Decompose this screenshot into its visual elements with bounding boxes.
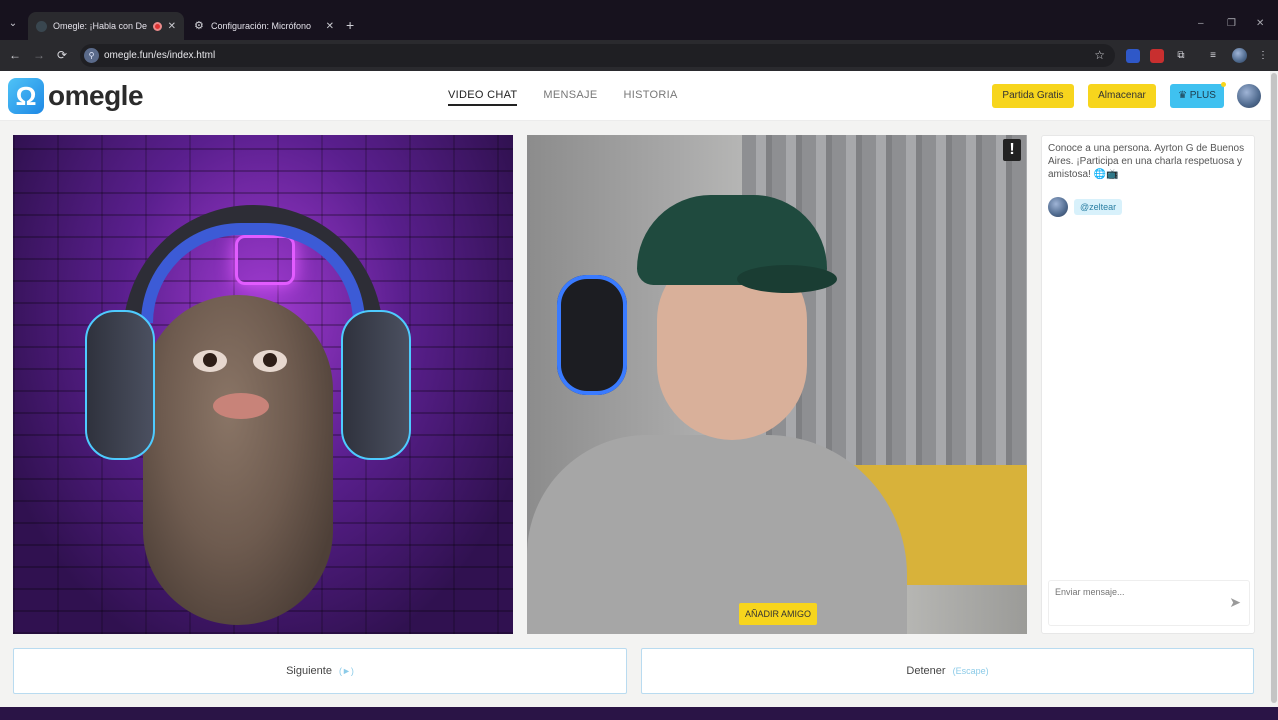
close-tab-icon[interactable]: ✕ xyxy=(326,21,334,32)
browser-menu-icon[interactable]: ⋮ xyxy=(1256,49,1270,63)
tab-omegle[interactable]: Omegle: ¡Habla con Descon ✕ xyxy=(28,12,184,40)
local-video xyxy=(13,135,513,634)
bookmark-star-icon[interactable]: ☆ xyxy=(1094,48,1105,62)
restore-button[interactable]: ❐ xyxy=(1227,18,1236,29)
page-scrollbar[interactable] xyxy=(1270,71,1278,707)
extension-1-icon[interactable] xyxy=(1126,49,1140,63)
url-text[interactable]: omegle.fun/es/index.html xyxy=(104,50,215,61)
close-tab-icon[interactable]: ✕ xyxy=(168,21,176,32)
plus-button[interactable]: ♛ PLUS xyxy=(1170,82,1226,108)
stop-label: Detener xyxy=(906,665,946,677)
nav-message[interactable]: MENSAJE xyxy=(543,89,597,106)
tab-title: Omegle: ¡Habla con Descon xyxy=(53,21,147,31)
user-avatar[interactable] xyxy=(1237,84,1261,108)
stranger-cap-brim xyxy=(737,265,837,293)
address-bar[interactable]: ⚲ omegle.fun/es/index.html ☆ xyxy=(80,44,1115,67)
headphone-earcup-left xyxy=(85,310,155,460)
chat-panel: Conoce a una persona. Ayrton G de Buenos… xyxy=(1041,135,1255,634)
store-button[interactable]: Almacenar xyxy=(1088,84,1156,108)
plus-label: ♛ PLUS xyxy=(1178,90,1216,101)
recording-indicator-icon xyxy=(152,21,162,31)
scrollbar-thumb[interactable] xyxy=(1271,73,1277,703)
potato-avatar-filter xyxy=(143,295,333,625)
site-info-icon[interactable]: ⚲ xyxy=(84,48,99,63)
stop-button[interactable]: Detener (Escape) xyxy=(641,648,1254,694)
extensions-puzzle-icon[interactable]: ⧉ xyxy=(1174,49,1188,63)
stranger-video: ! AÑADIR AMIGO xyxy=(527,135,1027,634)
avatar-eye-right xyxy=(253,350,287,372)
minimize-button[interactable]: – xyxy=(1198,18,1204,29)
desktop-background-strip xyxy=(0,707,1278,720)
stop-shortcut-hint: (Escape) xyxy=(952,666,989,676)
gear-icon: ⚙ xyxy=(194,19,204,32)
window-close-button[interactable]: ✕ xyxy=(1256,18,1264,29)
browser-tab-bar: ⌄ Omegle: ¡Habla con Descon ✕ ⚙ Configur… xyxy=(0,0,1278,40)
next-button[interactable]: Siguiente (►) xyxy=(13,648,627,694)
stranger-handle[interactable]: @zeltear xyxy=(1074,199,1123,215)
browser-toolbar: ← → ⟳ ⚲ omegle.fun/es/index.html ☆ xyxy=(0,40,1278,71)
notification-dot xyxy=(1221,82,1226,87)
reload-button[interactable]: ⟳ xyxy=(57,48,67,62)
send-icon[interactable]: ➤ xyxy=(1229,595,1241,609)
free-match-button[interactable]: Partida Gratis xyxy=(992,84,1074,108)
browser-profile-avatar[interactable] xyxy=(1232,48,1247,63)
tab-search-button[interactable]: ⌄ xyxy=(5,16,21,32)
media-controls-icon[interactable]: ≡ xyxy=(1206,49,1220,63)
nav-video-chat[interactable]: VIDEO CHAT xyxy=(448,89,518,106)
stranger-shirt xyxy=(527,435,907,634)
add-friend-button[interactable]: AÑADIR AMIGO xyxy=(739,603,818,625)
tab-title: Configuración: Micrófono xyxy=(211,21,312,31)
new-tab-button[interactable]: + xyxy=(346,18,354,32)
message-input[interactable] xyxy=(1055,587,1215,597)
nav-history[interactable]: HISTORIA xyxy=(623,89,677,106)
next-shortcut-hint: (►) xyxy=(339,666,354,676)
headphone-earcup-right xyxy=(341,310,411,460)
omegle-favicon-icon xyxy=(36,20,47,32)
chat-intro-text: Conoce a una persona. Ayrton G de Buenos… xyxy=(1048,143,1245,180)
stranger-headset xyxy=(557,275,627,395)
back-button[interactable]: ← xyxy=(9,48,21,62)
extension-2-icon[interactable] xyxy=(1150,49,1164,63)
logo-text: omegle xyxy=(48,80,144,111)
web-page: Ω omegle VIDEO CHAT MENSAJE HISTORIA Par… xyxy=(0,71,1270,707)
omegle-logo[interactable]: Ω omegle xyxy=(8,77,144,115)
stranger-user-row: @zeltear xyxy=(1048,197,1123,217)
main-nav: VIDEO CHAT MENSAJE HISTORIA xyxy=(448,89,678,106)
avatar-mouth xyxy=(213,393,269,419)
avatar-eye-left xyxy=(193,350,227,372)
site-header: Ω omegle VIDEO CHAT MENSAJE HISTORIA Par… xyxy=(0,71,1270,121)
next-label: Siguiente xyxy=(286,665,332,677)
message-composer: ➤ xyxy=(1048,580,1250,626)
omegle-logo-mark-icon: Ω xyxy=(8,78,44,114)
tab-settings-microphone[interactable]: ⚙ Configuración: Micrófono ✕ xyxy=(186,12,342,40)
forward-button[interactable]: → xyxy=(33,48,45,62)
report-button[interactable]: ! xyxy=(1003,139,1021,161)
stranger-avatar[interactable] xyxy=(1048,197,1068,217)
